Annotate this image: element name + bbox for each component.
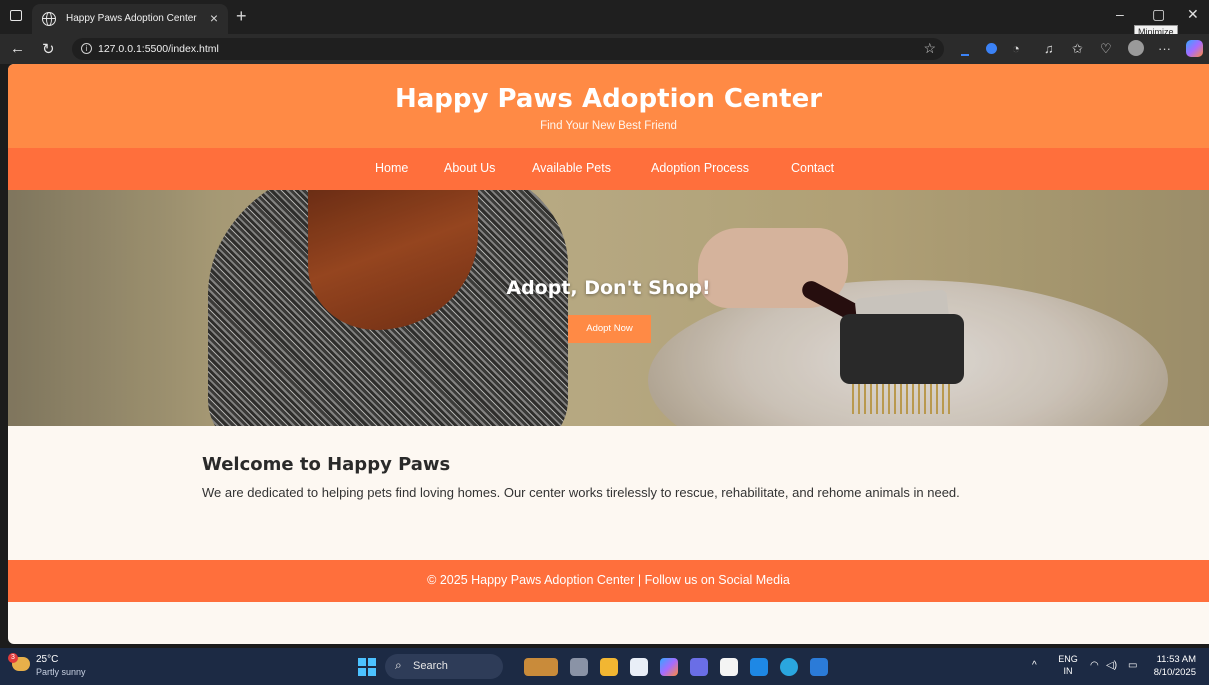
new-tab-button[interactable]: +: [236, 6, 247, 27]
clock[interactable]: 11:53 AM 8/10/2025: [1150, 653, 1196, 679]
favorites-icon[interactable]: ✩: [1072, 41, 1083, 57]
performance-icon[interactable]: ◔: [1012, 41, 1020, 56]
profile-avatar-icon[interactable]: [1128, 40, 1144, 56]
adopt-now-button[interactable]: Adopt Now: [568, 315, 651, 343]
favorite-star-icon[interactable]: ☆: [923, 40, 936, 57]
nav-link-available-pets[interactable]: Available Pets: [532, 161, 611, 175]
site-tagline: Find Your New Best Friend: [540, 120, 677, 132]
footer-text: © 2025 Happy Paws Adoption Center | Foll…: [427, 573, 790, 587]
nav-link-home[interactable]: Home: [375, 161, 408, 175]
show-hidden-icons-chevron-icon[interactable]: ^: [1032, 660, 1037, 671]
address-toolbar: ← ↻ i 127.0.0.1:5500/index.html ☆: [0, 34, 1209, 64]
page-viewport: Happy Paws Adoption Center Find Your New…: [8, 64, 1209, 644]
store-icon[interactable]: [630, 658, 648, 676]
taskbar-search[interactable]: ⌕ Search: [385, 654, 503, 679]
browser-essentials-icon[interactable]: ♡: [1100, 41, 1112, 57]
read-aloud-icon[interactable]: ♫: [1044, 41, 1054, 56]
site-nav: Home About Us Available Pets Adoption Pr…: [8, 148, 1209, 190]
weather-description[interactable]: Partly sunny: [36, 667, 86, 677]
vscode-icon[interactable]: [750, 658, 768, 676]
site-title: Happy Paws Adoption Center: [394, 84, 823, 114]
welcome-text: We are dedicated to helping pets find lo…: [202, 485, 960, 500]
teams-icon[interactable]: [690, 658, 708, 676]
browser-tab-bar: Happy Paws Adoption Center × + – ▢ ✕: [0, 0, 1209, 34]
weather-temperature[interactable]: 25°C: [36, 654, 58, 665]
copilot-icon[interactable]: [1186, 40, 1203, 57]
more-menu-icon[interactable]: ···: [1158, 41, 1171, 56]
nav-link-adoption-process[interactable]: Adoption Process: [651, 161, 749, 175]
weather-badge: 3: [8, 653, 18, 663]
nav-link-contact[interactable]: Contact: [791, 161, 834, 175]
maximize-button[interactable]: ▢: [1152, 6, 1165, 23]
taskbar-search-label: Search: [413, 660, 448, 672]
volume-icon[interactable]: ◁): [1106, 660, 1117, 671]
welcome-heading: Welcome to Happy Paws: [202, 454, 451, 475]
extension-icon[interactable]: [986, 43, 997, 54]
address-bar[interactable]: i 127.0.0.1:5500/index.html ☆: [72, 38, 944, 60]
language-indicator[interactable]: ENG IN: [1057, 653, 1079, 677]
wifi-icon[interactable]: ◠: [1090, 660, 1099, 671]
task-view-icon[interactable]: [570, 658, 588, 676]
site-footer: © 2025 Happy Paws Adoption Center | Foll…: [8, 560, 1209, 602]
back-arrow-icon[interactable]: ←: [10, 40, 25, 57]
hero-heading: Adopt, Don't Shop!: [506, 277, 711, 299]
copilot-app-icon[interactable]: [660, 658, 678, 676]
refresh-icon[interactable]: ↻: [42, 40, 55, 58]
window-close-button[interactable]: ✕: [1187, 6, 1199, 23]
minimize-button[interactable]: –: [1116, 6, 1124, 22]
extension-indicator: [961, 54, 969, 56]
tab-title: Happy Paws Adoption Center: [66, 13, 197, 24]
hero-banner: Adopt, Don't Shop! Adopt Now: [8, 190, 1209, 426]
hero-overlay: [8, 190, 1209, 426]
language-code: ENG: [1058, 654, 1078, 664]
edge-icon[interactable]: [780, 658, 798, 676]
search-icon: ⌕: [395, 658, 402, 672]
nav-link-about-us[interactable]: About Us: [444, 161, 495, 175]
url-text[interactable]: 127.0.0.1:5500/index.html: [98, 43, 219, 55]
tab-close-button[interactable]: ×: [210, 10, 218, 26]
tab-actions-icon[interactable]: [10, 10, 22, 21]
globe-icon: [42, 12, 56, 26]
widgets-app-icon[interactable]: [524, 658, 558, 676]
photos-icon[interactable]: [810, 658, 828, 676]
site-info-icon[interactable]: i: [81, 43, 92, 54]
site-header: Happy Paws Adoption Center Find Your New…: [8, 64, 1209, 148]
clock-time: 11:53 AM: [1156, 654, 1196, 665]
clock-date: 8/10/2025: [1153, 667, 1196, 678]
file-explorer-icon[interactable]: [600, 658, 618, 676]
taskbar: 3 25°C Partly sunny ⌕ Search ^ ENG IN ◠ …: [0, 648, 1209, 685]
welcome-section: Welcome to Happy Paws We are dedicated t…: [202, 454, 1022, 503]
windows-start-icon[interactable]: [358, 658, 376, 676]
browser-tab[interactable]: Happy Paws Adoption Center ×: [32, 4, 228, 34]
battery-icon[interactable]: ▭: [1128, 660, 1137, 671]
language-region: IN: [1063, 666, 1073, 676]
amazon-icon[interactable]: [720, 658, 738, 676]
